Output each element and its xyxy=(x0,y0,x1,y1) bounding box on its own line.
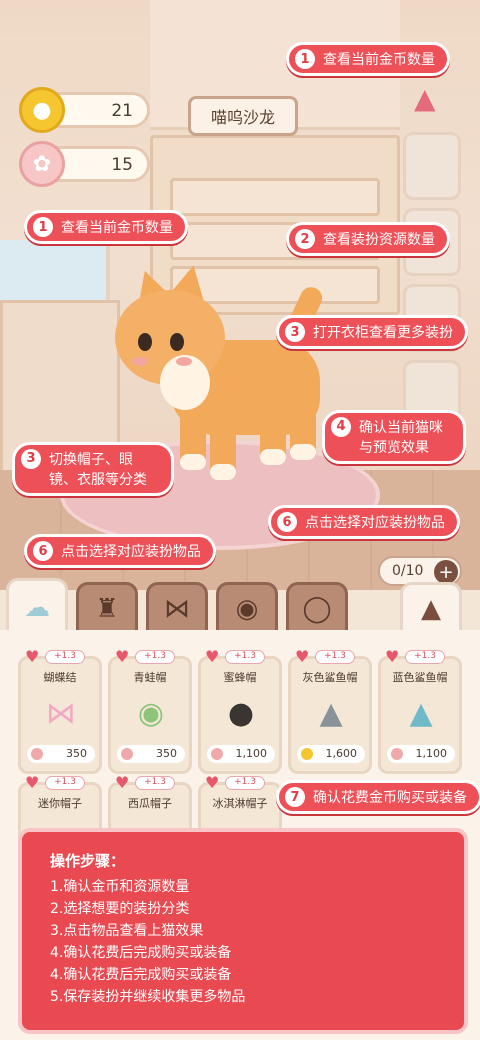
tab-hats[interactable]: ☁ xyxy=(6,578,68,634)
instruction-step: 3.点击物品查看上猫效果 xyxy=(50,923,204,939)
sakura-icon xyxy=(31,748,43,760)
instructions-panel: 操作步骤： 1.确认金币和资源数量 2.选择想要的装扮分类 3.点击物品查看上猫… xyxy=(18,828,468,1034)
tab-glasses[interactable]: ◉ xyxy=(216,582,278,632)
item-price: 1,600 xyxy=(297,745,365,763)
cat-leg xyxy=(180,405,206,470)
jacket-icon: ♜ xyxy=(95,593,119,624)
instructions-heading: 操作步骤： xyxy=(50,852,126,870)
hat-icon: ☁ xyxy=(24,592,50,623)
heart-icon: ♥ xyxy=(115,773,130,792)
shark-hat-icon: ▲ xyxy=(319,695,343,731)
tab-collars[interactable]: ◯ xyxy=(286,582,348,632)
item-price: 350 xyxy=(27,745,95,763)
wardrobe-slot[interactable] xyxy=(403,132,461,200)
tab-clothes[interactable]: ♜ xyxy=(76,582,138,632)
item-price: 1,100 xyxy=(387,745,455,763)
cat-coin-icon: ● xyxy=(19,87,65,133)
instruction-step: 2.选择想要的装扮分类 xyxy=(50,901,190,917)
item-card-bow[interactable]: ♥ +1.3 蝴蝶结 ⋈ 350 xyxy=(18,647,102,774)
shark-hat-icon: ▲ xyxy=(409,695,433,731)
cat-cheek xyxy=(132,357,148,366)
hanger-icon[interactable]: ▲ xyxy=(414,82,436,115)
coin-icon xyxy=(301,748,313,760)
sakura-icon xyxy=(211,748,223,760)
coin-counter: ● 21 xyxy=(19,87,150,133)
instruction-step: 4.确认花费后完成购买或装备 xyxy=(50,967,232,983)
cat-leg xyxy=(210,415,236,480)
cat-eye xyxy=(138,333,152,351)
salon-title: 喵呜沙龙 xyxy=(188,96,298,136)
heart-icon: ♥ xyxy=(205,647,220,666)
item-price: 1,100 xyxy=(207,745,275,763)
callout-check-coins-top: 1 查看当前金币数量 xyxy=(286,42,450,76)
item-price: 350 xyxy=(117,745,185,763)
instruction-step: 4.确认花费后完成购买或装备 xyxy=(50,945,232,961)
item-card-grey-shark-hat[interactable]: ♥ +1.3 灰色鲨鱼帽 ▲ 1,600 xyxy=(288,647,372,774)
instruction-step: 5.保存装扮并继续收集更多物品 xyxy=(50,989,246,1005)
dresser-drawer xyxy=(170,178,380,216)
collapse-up-icon: ▲ xyxy=(421,593,441,624)
heart-icon: ♥ xyxy=(115,647,130,666)
bow-icon: ⋈ xyxy=(46,695,76,731)
heart-icon: ♥ xyxy=(205,773,220,792)
flower-counter: ✿ 15 xyxy=(19,141,150,187)
callout-confirm-purchase: 7 确认花费金币购买或装备 xyxy=(276,780,480,814)
callout-select-item-left: 6 点击选择对应装扮物品 xyxy=(24,534,216,568)
callout-select-item-right: 6 点击选择对应装扮物品 xyxy=(268,505,460,539)
sakura-icon xyxy=(121,748,133,760)
goggles-icon: ◉ xyxy=(235,593,259,624)
cat-leg xyxy=(260,400,286,465)
sakura-icon xyxy=(391,748,403,760)
heart-icon: ♥ xyxy=(295,647,310,666)
item-card-bee-hat[interactable]: ♥ +1.3 蜜蜂帽 ● 1,100 xyxy=(198,647,282,774)
cat-cheek xyxy=(176,357,192,366)
item-card-blue-shark-hat[interactable]: ♥ +1.3 蓝色鲨鱼帽 ▲ 1,100 xyxy=(378,647,462,774)
instruction-step: 1.确认金币和资源数量 xyxy=(50,879,190,895)
bow-icon: ⋈ xyxy=(164,593,190,624)
coin-amount: 21 xyxy=(111,101,133,121)
item-card-frog-hat[interactable]: ♥ +1.3 青蛙帽 ◉ 350 xyxy=(108,647,192,774)
category-tabs: ☁ ♜ ⋈ ◉ ◯ ▲ xyxy=(0,578,480,634)
heart-icon: ♥ xyxy=(385,647,400,666)
collapse-panel-button[interactable]: ▲ xyxy=(400,582,462,632)
frog-hat-icon: ◉ xyxy=(137,695,165,731)
heart-icon: ♥ xyxy=(25,647,40,666)
callout-confirm-preview: 4 确认当前猫咪与预览效果 xyxy=(322,410,466,464)
callout-switch-category: 3 切换帽子、眼镜、衣服等分类 xyxy=(12,442,174,496)
collar-icon: ◯ xyxy=(302,593,332,624)
callout-open-wardrobe: 3 打开衣柜查看更多装扮 xyxy=(276,315,468,349)
flower-amount: 15 xyxy=(111,155,133,175)
callout-check-resources: 2 查看装扮资源数量 xyxy=(286,222,450,256)
tab-bows[interactable]: ⋈ xyxy=(146,582,208,632)
sakura-icon: ✿ xyxy=(19,141,65,187)
cat-eye xyxy=(170,333,184,351)
heart-icon: ♥ xyxy=(25,773,40,792)
bee-hat-icon: ● xyxy=(227,695,255,731)
cat-leg xyxy=(290,395,316,460)
callout-check-coins: 1 查看当前金币数量 xyxy=(24,210,188,244)
